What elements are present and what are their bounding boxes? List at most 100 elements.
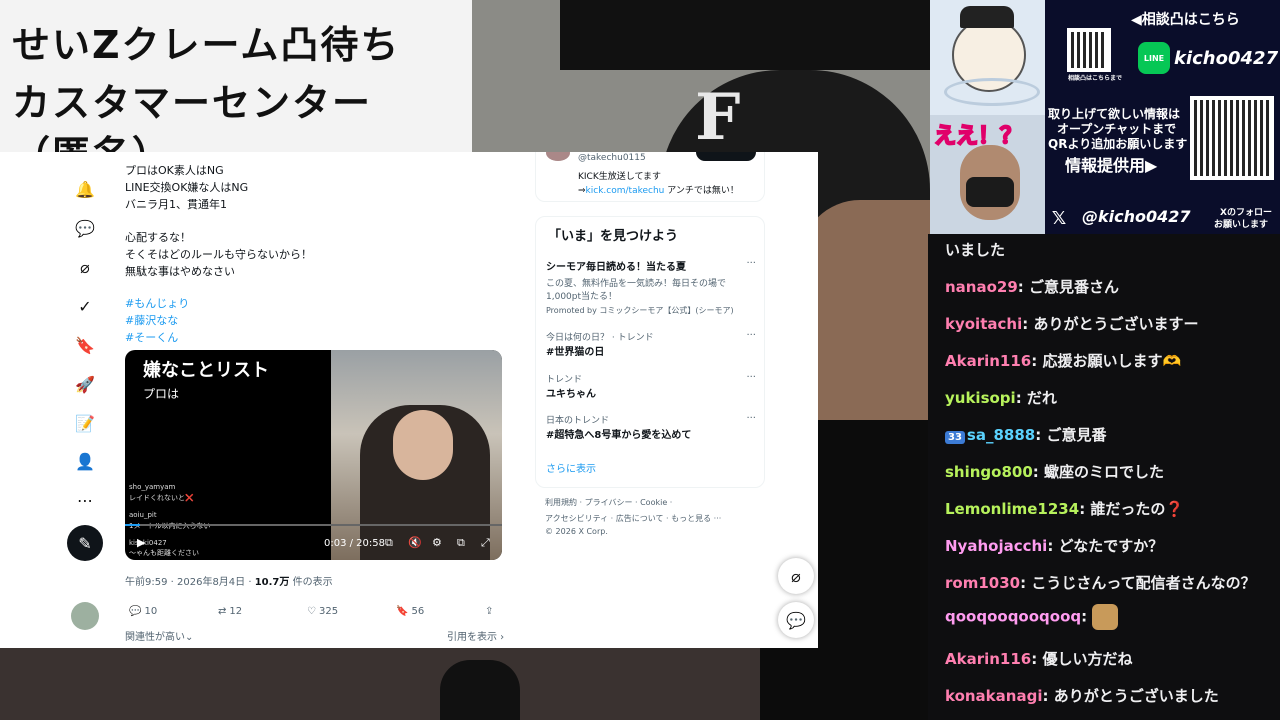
chat-message: kyoitachi: ありがとうございますー bbox=[945, 313, 1198, 334]
chat-username[interactable]: nanao29 bbox=[945, 278, 1018, 296]
profile-link[interactable]: kick.com/takechu bbox=[586, 186, 665, 196]
account-avatar[interactable] bbox=[71, 602, 99, 630]
x-follow-line-2: お願いします bbox=[1214, 220, 1269, 230]
hashtag-link[interactable]: #そーくん bbox=[125, 329, 178, 345]
chat-text: : 応援お願いします🫶 bbox=[1031, 352, 1182, 370]
more-icon[interactable]: ··· bbox=[746, 258, 756, 269]
trends-card: 「いま」を見つけよう シーモア毎日読める！当たる夏 ··· この夏、無料作品を一… bbox=[535, 216, 765, 488]
subscriber-badge[interactable]: 33 bbox=[945, 431, 965, 444]
chevron-down-icon: ⌄ bbox=[185, 632, 194, 643]
hashtag-link[interactable]: #藤沢なな bbox=[125, 312, 178, 328]
chat-message: qooqooqooqooq: bbox=[945, 604, 1119, 630]
hashtag-link[interactable]: #もんじょり bbox=[125, 295, 189, 311]
more-icon[interactable]: ⋯ bbox=[74, 489, 96, 511]
tweet-timestamp[interactable]: 午前9:59 · 2026年8月4日 · bbox=[125, 577, 255, 588]
video-progress-track[interactable] bbox=[125, 524, 502, 526]
chat-message: 33 sa_8888: ご意見番 bbox=[945, 424, 1106, 445]
trend-category: 日本のトレンド bbox=[546, 416, 610, 426]
bookmark-count: 56 bbox=[411, 606, 425, 617]
like-button[interactable]: ♡ 325 bbox=[307, 606, 338, 617]
info-line-4: 情報提供用▶ bbox=[1065, 156, 1158, 175]
grok-float-button[interactable]: ⌀ bbox=[778, 558, 814, 594]
chat-text: : どなたですか？ bbox=[1047, 537, 1164, 555]
bookmark-button[interactable]: 🔖 56 bbox=[396, 606, 424, 617]
video-subtitle: プロは bbox=[143, 387, 180, 401]
chat-username[interactable]: qooqooqooqooq bbox=[945, 608, 1081, 626]
title-line-2: カスタマーセンター bbox=[12, 81, 373, 125]
fullscreen-icon[interactable]: ⤢ bbox=[481, 536, 490, 550]
like-count: 325 bbox=[318, 606, 339, 617]
video-progress-fill bbox=[125, 524, 140, 526]
bookmark-icon: 🔖 bbox=[396, 606, 409, 617]
copyright: © 2026 X Corp. bbox=[545, 527, 608, 536]
chat-username[interactable]: yukisopi bbox=[945, 389, 1016, 407]
more-icon[interactable]: ··· bbox=[746, 372, 756, 383]
chat-username[interactable]: shingo800 bbox=[945, 463, 1033, 481]
chat-username[interactable]: Lemonlime1234 bbox=[945, 500, 1079, 518]
chat-username[interactable]: sa_8888 bbox=[967, 426, 1035, 444]
chat-message: nanao29: ご意見番さん bbox=[945, 276, 1119, 297]
messages-icon[interactable]: 💬 bbox=[74, 217, 96, 239]
video-chat-line: kisaki0427 bbox=[129, 539, 167, 547]
reaction-text: ええ！？ bbox=[933, 123, 1023, 150]
chat-text: : ご意見番さん bbox=[1017, 278, 1120, 296]
show-more-link[interactable]: さらに表示 bbox=[546, 460, 596, 475]
x-browser-window: 🔔 💬 ⌀ ✓ 🔖 🚀 📝 👤 ⋯ ✎ プロはOK素人はNG LINE交換OK嫌… bbox=[0, 152, 818, 648]
x-logo-icon: 𝕏 bbox=[1051, 207, 1067, 229]
chat-text: いました bbox=[945, 241, 1006, 259]
profile-icon[interactable]: 👤 bbox=[74, 450, 96, 472]
share-button[interactable]: ⇪ bbox=[485, 606, 493, 617]
arrow-text: ⇒ bbox=[578, 186, 586, 196]
reply-button[interactable]: 💬 10 bbox=[129, 606, 157, 617]
tweet-video-player[interactable]: 嫌なことリスト プロは sho_yamyam レイドくれないと❌ aoiu_pi… bbox=[125, 350, 502, 560]
trend-item[interactable]: トレンド ユキちゃん ··· bbox=[546, 372, 756, 400]
chat-username[interactable]: konakanagi bbox=[945, 687, 1042, 705]
mute-icon[interactable]: 🔇 bbox=[408, 536, 422, 549]
chat-message: Akarin116: 優しい方だね bbox=[945, 648, 1132, 669]
settings-icon[interactable]: ⚙ bbox=[432, 536, 442, 549]
captions-icon[interactable]: ⧉ bbox=[385, 536, 393, 550]
more-icon[interactable]: ··· bbox=[746, 330, 756, 341]
dog-emote-icon bbox=[1092, 604, 1119, 630]
title-line-3: （匿名） bbox=[12, 124, 172, 152]
more-icon[interactable]: ··· bbox=[746, 413, 756, 424]
live-chat-panel: いました nanao29: ご意見番さん kyoitachi: ありがとうござい… bbox=[928, 234, 1280, 720]
tweet-line: そくそはどのルールも守らないから！ bbox=[125, 248, 312, 261]
reply-count: 10 bbox=[144, 606, 158, 617]
chat-text: : こうじさんって配信者さんなの？ bbox=[1020, 574, 1256, 592]
pip-icon[interactable]: ⧉ bbox=[457, 536, 465, 550]
follow-button[interactable] bbox=[696, 152, 756, 161]
view-quotes-link[interactable]: 引用を表示 › bbox=[447, 628, 504, 643]
grok-icon[interactable]: ⌀ bbox=[74, 256, 96, 278]
chat-username[interactable]: Akarin116 bbox=[945, 352, 1031, 370]
messages-float-button[interactable]: 💬 bbox=[778, 602, 814, 638]
bookmark-icon[interactable]: 🔖 bbox=[74, 334, 96, 356]
chat-text: : 誰だったの❓ bbox=[1079, 500, 1185, 518]
chat-username[interactable]: kyoitachi bbox=[945, 315, 1022, 333]
play-icon[interactable]: ▶ bbox=[137, 536, 145, 549]
legal-links-1[interactable]: 利用規約 · プライバシー · Cookie · bbox=[545, 497, 672, 508]
legal-links-2[interactable]: アクセシビリティ · 広告について · もっと見る ··· bbox=[545, 513, 721, 524]
chat-username[interactable]: Akarin116 bbox=[945, 650, 1031, 668]
chat-text: : bbox=[1081, 607, 1088, 626]
compose-post-button[interactable]: ✎ bbox=[67, 525, 103, 561]
promoted-trend[interactable]: シーモア毎日読める！当たる夏 ··· この夏、無料作品を一気読み！毎日その場で … bbox=[546, 258, 756, 316]
mascot-box bbox=[930, 0, 1045, 115]
verified-icon[interactable]: ✓ bbox=[74, 295, 96, 317]
chat-username[interactable]: rom1030 bbox=[945, 574, 1020, 592]
profile-card: @takechu0115 KICK生放送してます ⇒kick.com/takec… bbox=[535, 152, 765, 202]
trend-item[interactable]: 日本のトレンド #超特急へ8号車から愛を込めて ··· bbox=[546, 413, 756, 441]
tweet-meta: 午前9:59 · 2026年8月4日 · 10.7万 件の表示 bbox=[125, 573, 333, 588]
video-person-head bbox=[393, 410, 453, 480]
profile-handle[interactable]: @takechu0115 bbox=[578, 153, 646, 163]
trend-item[interactable]: 今日は何の日？ · トレンド #世界猫の日 ··· bbox=[546, 330, 756, 358]
retweet-button[interactable]: ⇄ 12 bbox=[218, 606, 242, 617]
articles-icon[interactable]: 📝 bbox=[74, 412, 96, 434]
promo-desc1: この夏、無料作品を一気読み！毎日その場で bbox=[546, 279, 727, 289]
chat-username[interactable]: Nyahojacchi bbox=[945, 537, 1047, 555]
notifications-icon[interactable]: 🔔 bbox=[74, 178, 96, 200]
rocket-icon[interactable]: 🚀 bbox=[74, 373, 96, 395]
profile-avatar[interactable] bbox=[546, 152, 570, 161]
chat-message: rom1030: こうじさんって配信者さんなの？ bbox=[945, 572, 1256, 593]
sort-replies-dropdown[interactable]: 関連性が高い⌄ bbox=[125, 628, 193, 643]
